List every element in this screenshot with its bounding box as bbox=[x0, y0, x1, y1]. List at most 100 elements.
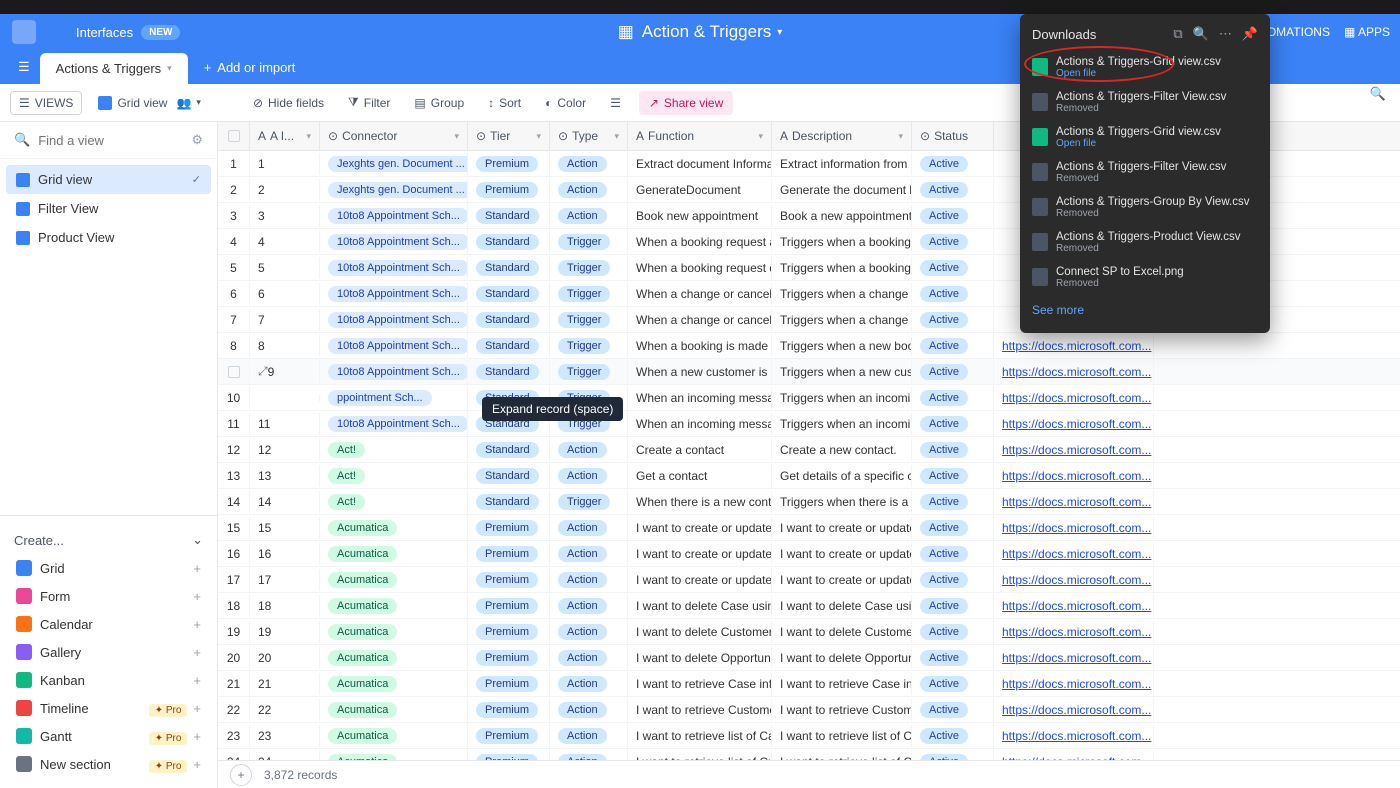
download-item[interactable]: Actions & Triggers-Group By View.csvRemo… bbox=[1020, 190, 1270, 225]
cell-status[interactable]: Active bbox=[912, 256, 994, 280]
col-type[interactable]: ⊙ Type▾ bbox=[550, 122, 628, 150]
cell-connector[interactable]: 10to8 Appointment Sch... bbox=[320, 334, 468, 358]
cell-tier[interactable]: Standard bbox=[468, 464, 550, 488]
table-row[interactable]: 15 15 Acumatica Premium Action I want to… bbox=[218, 515, 1400, 541]
cell-function[interactable]: I want to delete Customer ... bbox=[628, 621, 772, 643]
sort-button[interactable]: ↕ Sort bbox=[480, 92, 529, 114]
cell-id[interactable]: 3 bbox=[250, 205, 320, 227]
cell-type[interactable]: Trigger bbox=[550, 256, 628, 280]
cell-description[interactable]: Triggers when a new custo... bbox=[772, 361, 912, 383]
cell-status[interactable]: Active bbox=[912, 178, 994, 202]
cell-description[interactable]: I want to delete Customer ... bbox=[772, 621, 912, 643]
cell-type[interactable]: Action bbox=[550, 646, 628, 670]
cell-tier[interactable]: Standard bbox=[468, 360, 550, 384]
cell-connector[interactable]: 10to8 Appointment Sch... bbox=[320, 412, 468, 436]
gridview-dropdown[interactable]: Grid view 👥 ▾ bbox=[90, 92, 209, 114]
views-button[interactable]: ☰ VIEWS bbox=[10, 91, 82, 115]
cell-connector[interactable]: Acumatica bbox=[320, 516, 468, 540]
cell-function[interactable]: I want to create or update ... bbox=[628, 517, 772, 539]
table-row[interactable]: 14 14 Act! Standard Trigger When there i… bbox=[218, 489, 1400, 515]
cell-id[interactable]: 22 bbox=[250, 699, 320, 721]
cell-type[interactable]: Action bbox=[550, 698, 628, 722]
col-checkbox[interactable] bbox=[218, 122, 250, 150]
cell-function[interactable]: When a booking is made bbox=[628, 335, 772, 357]
table-row[interactable]: 10 ppointment Sch... Standard Trigger Wh… bbox=[218, 385, 1400, 411]
sidebar-view-item[interactable]: Grid view bbox=[6, 165, 211, 194]
cell-id[interactable]: 18 bbox=[250, 595, 320, 617]
cell-description[interactable]: Book a new appointment i... bbox=[772, 205, 912, 227]
cell-status[interactable]: Active bbox=[912, 152, 994, 176]
cell-tier[interactable]: Premium bbox=[468, 698, 550, 722]
download-item[interactable]: Actions & Triggers-Filter View.csvRemove… bbox=[1020, 155, 1270, 190]
download-item[interactable]: Actions & Triggers-Product View.csvRemov… bbox=[1020, 225, 1270, 260]
cell-connector[interactable]: 10to8 Appointment Sch... bbox=[320, 256, 468, 280]
create-item[interactable]: New section✦ Pro+ bbox=[14, 750, 203, 778]
cell-link[interactable]: https://docs.microsoft.com... bbox=[994, 673, 1154, 695]
cell-link[interactable]: https://docs.microsoft.com... bbox=[994, 387, 1154, 409]
cell-connector[interactable]: Acumatica bbox=[320, 542, 468, 566]
filter-button[interactable]: ⧩ Filter bbox=[340, 91, 398, 114]
share-view-button[interactable]: ↗ Share view bbox=[639, 91, 733, 115]
download-item[interactable]: Connect SP to Excel.pngRemoved bbox=[1020, 260, 1270, 295]
cell-link[interactable]: https://docs.microsoft.com... bbox=[994, 621, 1154, 643]
cell-id[interactable]: 2 bbox=[250, 179, 320, 201]
cell-type[interactable]: Trigger bbox=[550, 360, 628, 384]
cell-function[interactable]: Book new appointment bbox=[628, 205, 772, 227]
cell-tier[interactable]: Premium bbox=[468, 724, 550, 748]
cell-connector[interactable]: 10to8 Appointment Sch... bbox=[320, 282, 468, 306]
cell-status[interactable]: Active bbox=[912, 568, 994, 592]
cell-link[interactable]: https://docs.microsoft.com... bbox=[994, 413, 1154, 435]
cell-status[interactable]: Active bbox=[912, 412, 994, 436]
cell-status[interactable]: Active bbox=[912, 542, 994, 566]
cell-type[interactable]: Action bbox=[550, 594, 628, 618]
cell-status[interactable]: Active bbox=[912, 282, 994, 306]
cell-type[interactable]: Action bbox=[550, 620, 628, 644]
cell-id[interactable]: 11 bbox=[250, 413, 320, 435]
find-view-search[interactable]: 🔍 ⚙ bbox=[0, 122, 217, 159]
cell-tier[interactable]: Premium bbox=[468, 594, 550, 618]
see-more-link[interactable]: See more bbox=[1020, 295, 1270, 325]
cell-function[interactable]: When a booking request a... bbox=[628, 231, 772, 253]
cell-connector[interactable]: Acumatica bbox=[320, 672, 468, 696]
cell-status[interactable]: Active bbox=[912, 438, 994, 462]
cell-link[interactable]: https://docs.microsoft.com... bbox=[994, 335, 1154, 357]
cell-type[interactable]: Action bbox=[550, 568, 628, 592]
cell-link[interactable]: https://docs.microsoft.com... bbox=[994, 517, 1154, 539]
table-row[interactable]: 12 12 Act! Standard Action Create a cont… bbox=[218, 437, 1400, 463]
cell-status[interactable]: Active bbox=[912, 204, 994, 228]
row-height-button[interactable]: ☰ bbox=[602, 92, 629, 114]
settings-icon[interactable]: ⚙ bbox=[191, 132, 203, 148]
logo[interactable] bbox=[12, 20, 36, 44]
cell-tier[interactable]: Standard bbox=[468, 334, 550, 358]
cell-type[interactable]: Trigger bbox=[550, 490, 628, 514]
cell-description[interactable]: Triggers when an incoming... bbox=[772, 387, 912, 409]
table-row[interactable]: 17 17 Acumatica Premium Action I want to… bbox=[218, 567, 1400, 593]
page-title[interactable]: ▦ Action & Triggers ▾ bbox=[618, 22, 783, 42]
cell-tier[interactable]: Premium bbox=[468, 672, 550, 696]
create-item[interactable]: Timeline✦ Pro+ bbox=[14, 694, 203, 722]
create-item[interactable]: Calendar+ bbox=[14, 610, 203, 638]
cell-type[interactable]: Action bbox=[550, 672, 628, 696]
cell-type[interactable]: Action bbox=[550, 464, 628, 488]
cell-connector[interactable]: Acumatica bbox=[320, 724, 468, 748]
download-item[interactable]: Actions & Triggers-Grid view.csvOpen fil… bbox=[1020, 50, 1270, 85]
cell-description[interactable]: Triggers when a change or ... bbox=[772, 309, 912, 331]
cell-description[interactable]: I want to create or update ... bbox=[772, 517, 912, 539]
create-item[interactable]: Form+ bbox=[14, 582, 203, 610]
cell-status[interactable]: Active bbox=[912, 360, 994, 384]
cell-connector[interactable]: Acumatica bbox=[320, 698, 468, 722]
cell-connector[interactable]: Acumatica bbox=[320, 620, 468, 644]
cell-connector[interactable]: Jexghts gen. Document ... bbox=[320, 152, 468, 176]
col-function[interactable]: A Function▾ bbox=[628, 122, 772, 150]
cell-tier[interactable]: Premium bbox=[468, 568, 550, 592]
folder-icon[interactable]: ⧉ bbox=[1173, 26, 1182, 42]
cell-connector[interactable]: Act! bbox=[320, 438, 468, 462]
cell-tier[interactable]: Standard bbox=[468, 490, 550, 514]
cell-id[interactable]: 19 bbox=[250, 621, 320, 643]
cell-id[interactable]: 14 bbox=[250, 491, 320, 513]
cell-status[interactable]: Active bbox=[912, 698, 994, 722]
cell-id[interactable]: 20 bbox=[250, 647, 320, 669]
cell-tier[interactable]: Standard bbox=[468, 230, 550, 254]
cell-function[interactable]: I want to delete Opportunit... bbox=[628, 647, 772, 669]
cell-tier[interactable]: Premium bbox=[468, 152, 550, 176]
